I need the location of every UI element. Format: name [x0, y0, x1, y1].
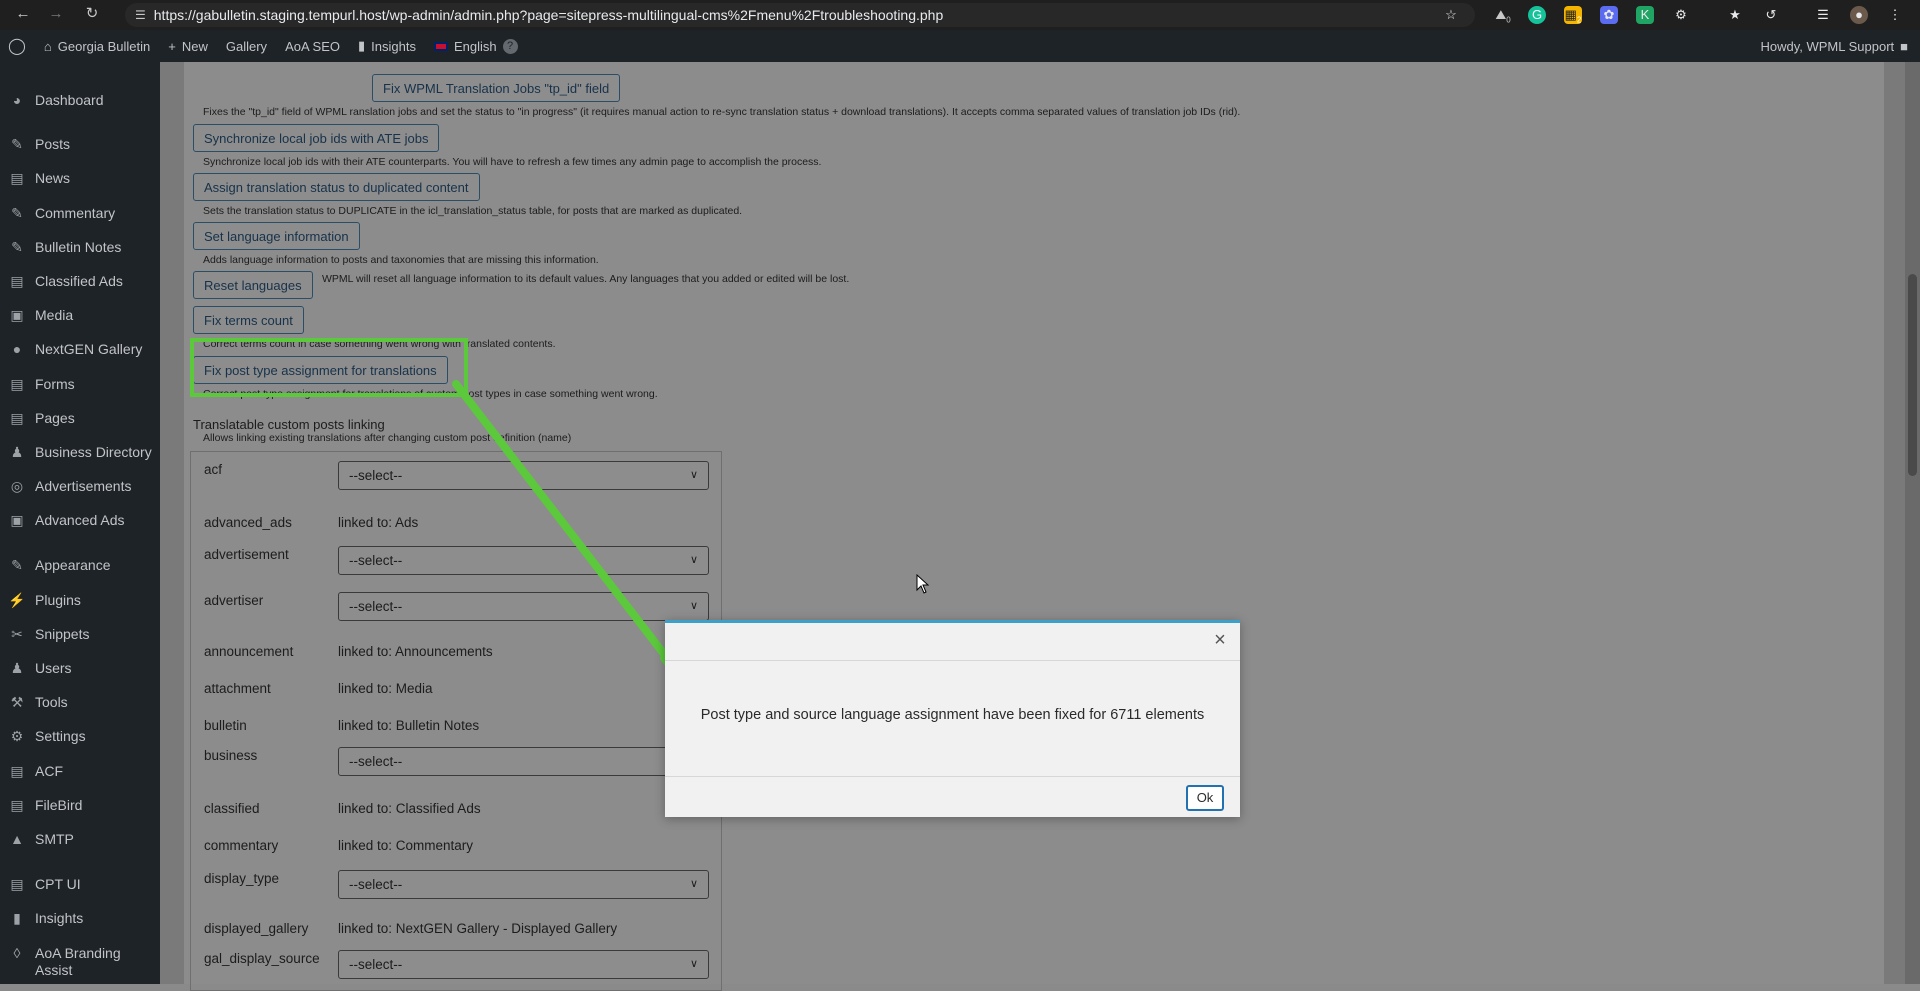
scrollbar-thumb[interactable] [1908, 274, 1917, 476]
ok-button[interactable]: Ok [1186, 785, 1224, 811]
dialog-divider [665, 776, 1240, 777]
page-scrollbar[interactable] [1905, 62, 1920, 984]
annotation-arrow [452, 380, 694, 690]
dialog-titlebar: × [665, 623, 1240, 661]
result-dialog: × Post type and source language assignme… [665, 620, 1240, 817]
dialog-message: Post type and source language assignment… [700, 707, 1205, 723]
mouse-cursor-icon [916, 574, 930, 594]
close-icon[interactable]: × [1210, 629, 1230, 652]
